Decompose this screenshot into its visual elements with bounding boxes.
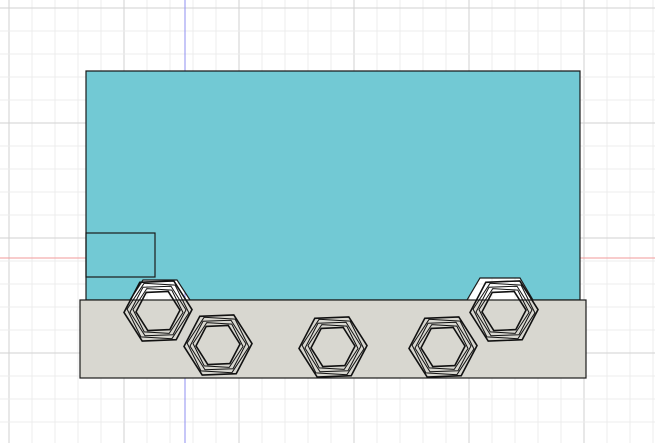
cad-viewport[interactable] bbox=[0, 0, 655, 443]
sketch-canvas[interactable] bbox=[0, 0, 655, 443]
top-body-face[interactable] bbox=[85, 70, 581, 301]
